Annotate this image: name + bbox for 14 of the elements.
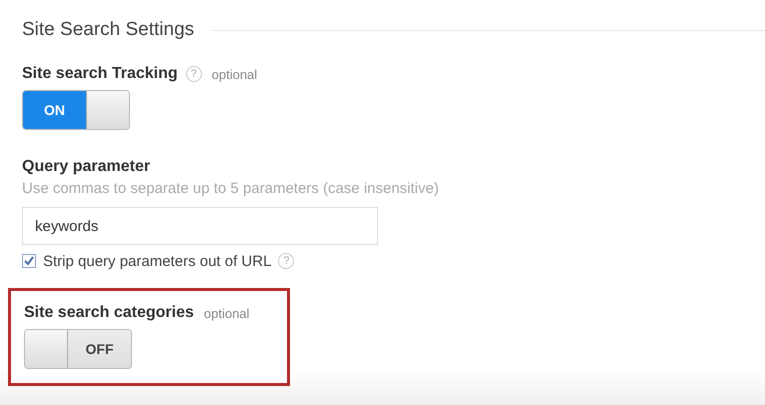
help-icon[interactable]: ? <box>186 66 202 82</box>
checkbox-label: Strip query parameters out of URL <box>43 252 272 270</box>
field-label: Site search categories <box>24 304 194 322</box>
optional-label: optional <box>212 66 258 82</box>
help-icon[interactable]: ? <box>278 253 294 269</box>
toggle-switch[interactable]: OFF <box>24 329 132 369</box>
field-label: Site search Tracking <box>22 65 178 83</box>
toggle-switch[interactable]: ON <box>22 90 130 130</box>
field-label: Query parameter <box>22 157 152 177</box>
section-title: Site Search Settings <box>22 19 194 41</box>
checkbox[interactable] <box>22 254 36 268</box>
optional-label: optional <box>204 306 250 320</box>
input-field[interactable]: keywords <box>22 207 378 245</box>
hint-text: Use commas to separate up to 5 parameters (case insensitive) <box>22 180 440 197</box>
